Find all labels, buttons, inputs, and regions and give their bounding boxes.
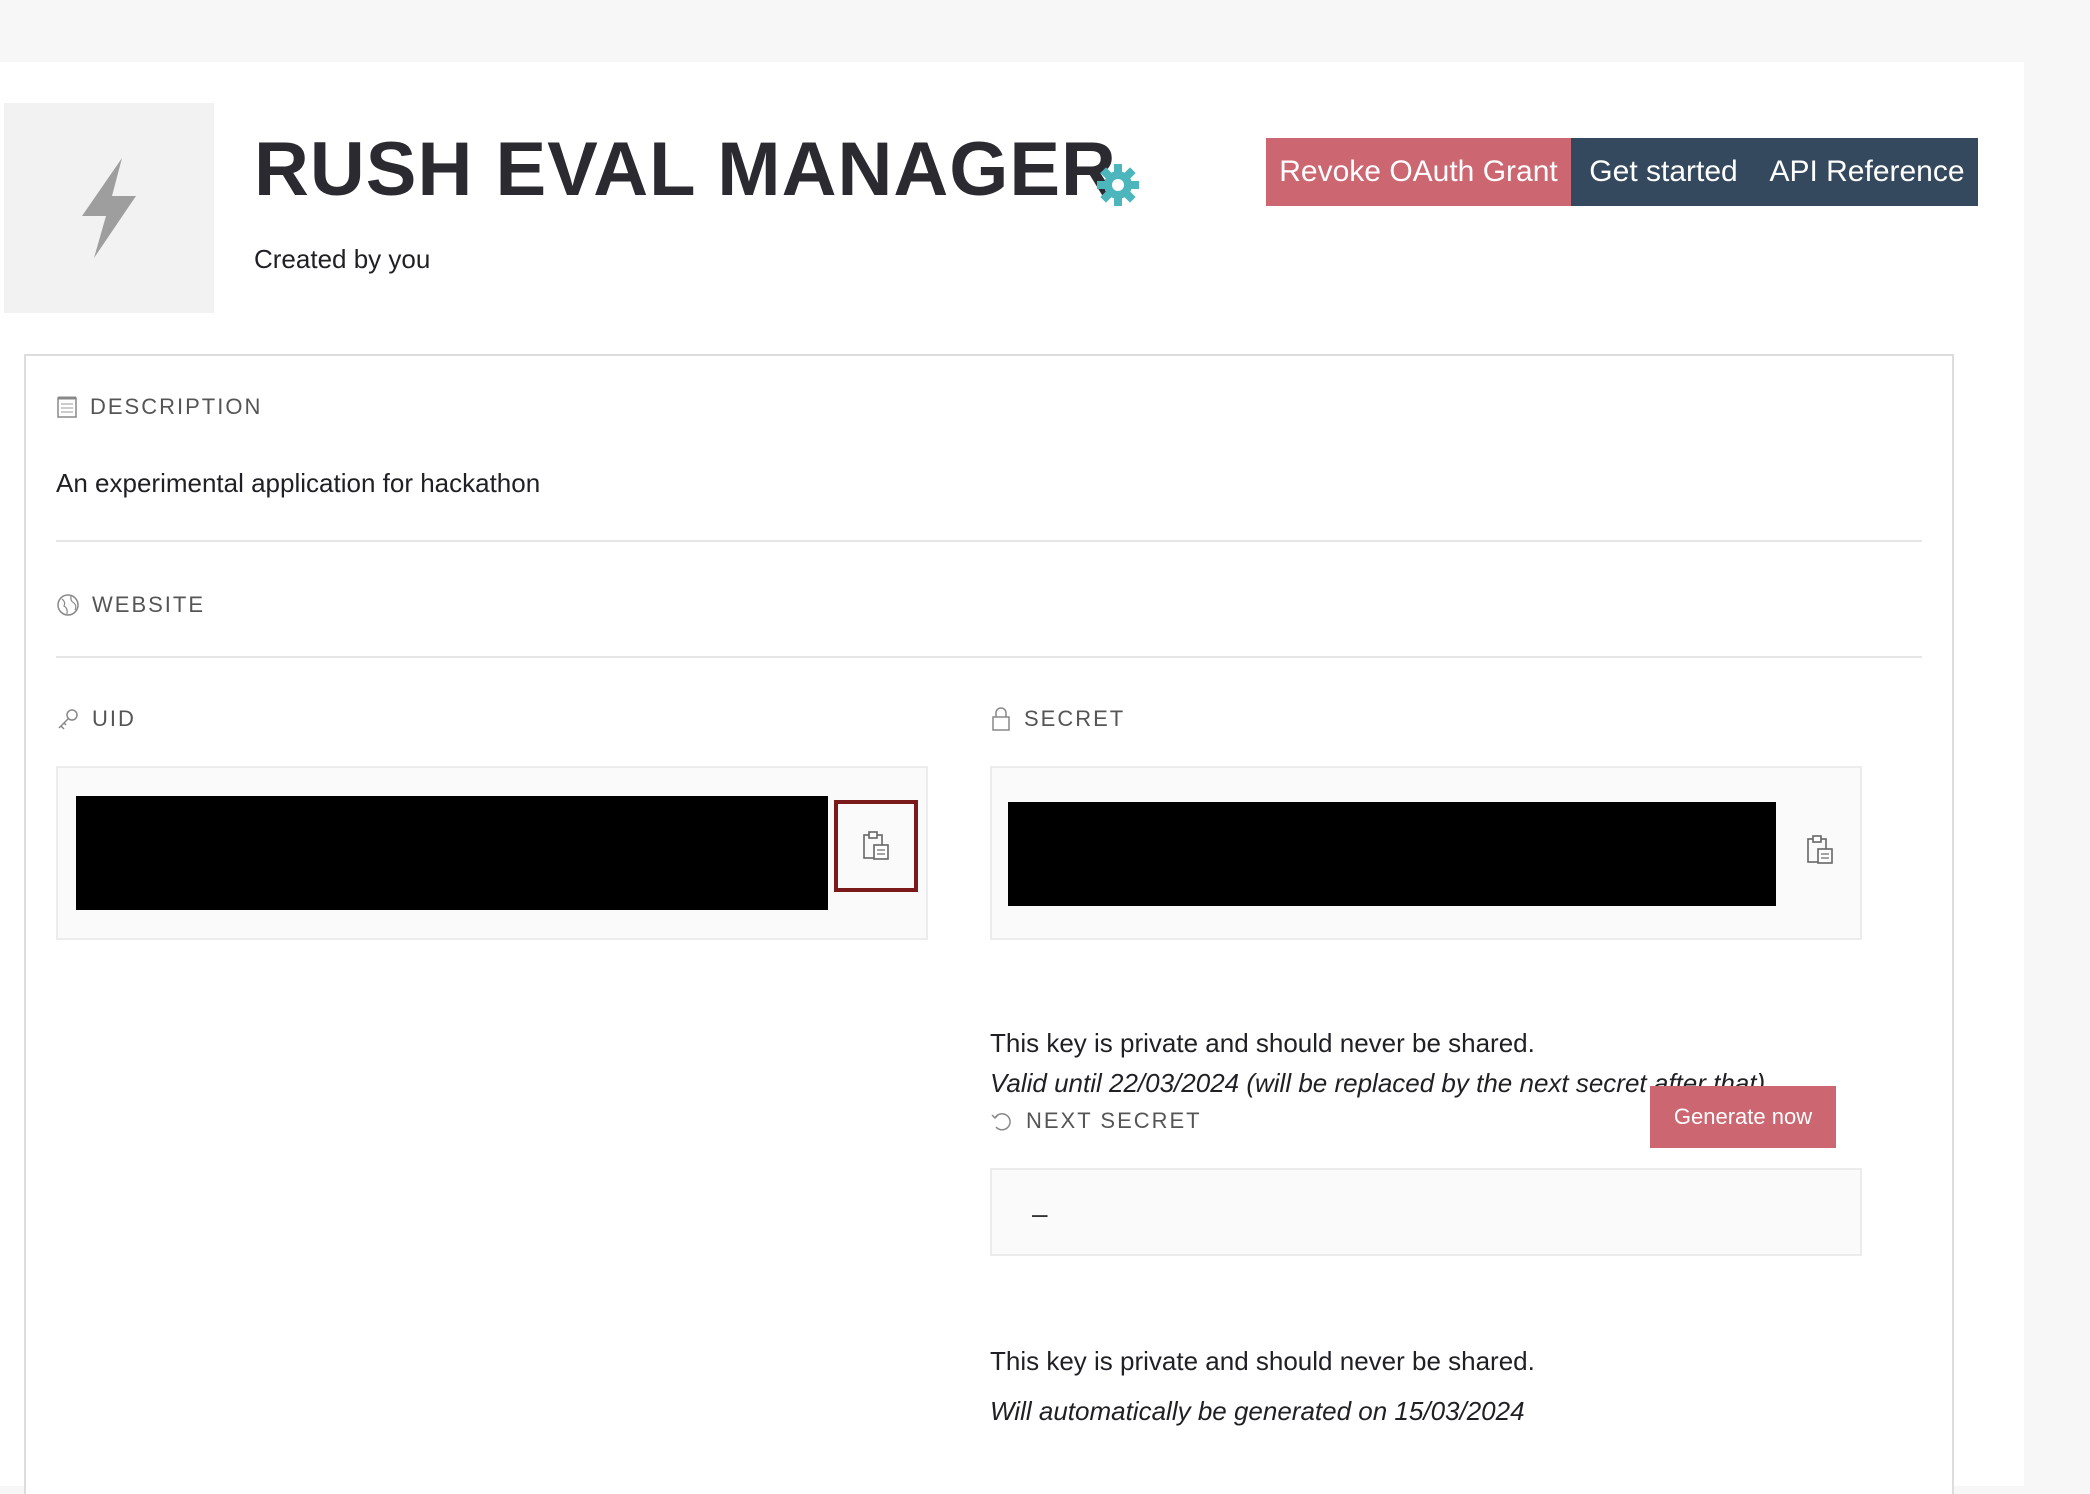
secret-heading: SECRET bbox=[990, 706, 1125, 732]
next-secret-schedule-note: Will automatically be generated on 15/03… bbox=[990, 1396, 1525, 1426]
clipboard-icon bbox=[863, 831, 889, 860]
secret-label: SECRET bbox=[1024, 706, 1126, 731]
key-icon bbox=[58, 709, 78, 730]
next-secret-label: NEXT SECRET bbox=[1026, 1108, 1202, 1133]
revoke-oauth-grant-button[interactable]: Revoke OAuth Grant bbox=[1266, 138, 1571, 206]
globe-icon bbox=[57, 594, 79, 616]
rotate-icon bbox=[991, 1113, 1011, 1131]
divider bbox=[56, 656, 1922, 658]
gear-icon[interactable] bbox=[1095, 162, 1141, 208]
app-page: RUSH EVAL MANAGER Created by you Revoke … bbox=[0, 62, 2024, 1494]
get-started-button[interactable]: Get started bbox=[1571, 138, 1756, 206]
uid-heading: UID bbox=[56, 706, 136, 732]
created-by-text: Created by you bbox=[254, 244, 431, 274]
uid-value-redacted bbox=[76, 796, 828, 910]
uid-label: UID bbox=[92, 706, 136, 731]
description-text: An experimental application for hackatho… bbox=[56, 468, 541, 498]
lightning-bolt-icon bbox=[82, 158, 136, 258]
secret-field bbox=[990, 766, 1862, 940]
api-reference-button[interactable]: API Reference bbox=[1756, 138, 1978, 206]
secret-private-note: This key is private and should never be … bbox=[990, 1028, 1535, 1058]
website-heading: WEBSITE bbox=[56, 592, 205, 618]
description-label: DESCRIPTION bbox=[90, 394, 263, 419]
uid-field bbox=[56, 766, 928, 940]
notepad-icon bbox=[57, 396, 77, 418]
app-details-card: DESCRIPTION An experimental application … bbox=[24, 354, 1954, 1494]
divider bbox=[56, 540, 1922, 542]
next-secret-heading: NEXT SECRET bbox=[990, 1108, 1202, 1134]
website-label: WEBSITE bbox=[92, 592, 206, 617]
copy-uid-button[interactable] bbox=[834, 800, 918, 892]
clipboard-icon bbox=[1807, 835, 1833, 864]
next-secret-value: – bbox=[1032, 1198, 1048, 1229]
next-secret-field: – bbox=[990, 1168, 1862, 1256]
next-secret-private-note: This key is private and should never be … bbox=[990, 1346, 1535, 1376]
secret-validity-note: Valid until 22/03/2024 (will be replaced… bbox=[990, 1068, 1766, 1098]
page-title: RUSH EVAL MANAGER bbox=[254, 127, 1117, 212]
secret-value-redacted bbox=[1008, 802, 1776, 906]
description-heading: DESCRIPTION bbox=[56, 394, 262, 420]
app-logo bbox=[4, 103, 214, 313]
action-bar: Revoke OAuth Grant Get started API Refer… bbox=[1266, 138, 1978, 206]
lock-icon bbox=[992, 707, 1010, 731]
generate-now-button[interactable]: Generate now bbox=[1650, 1086, 1836, 1148]
copy-secret-button[interactable] bbox=[1778, 804, 1862, 896]
